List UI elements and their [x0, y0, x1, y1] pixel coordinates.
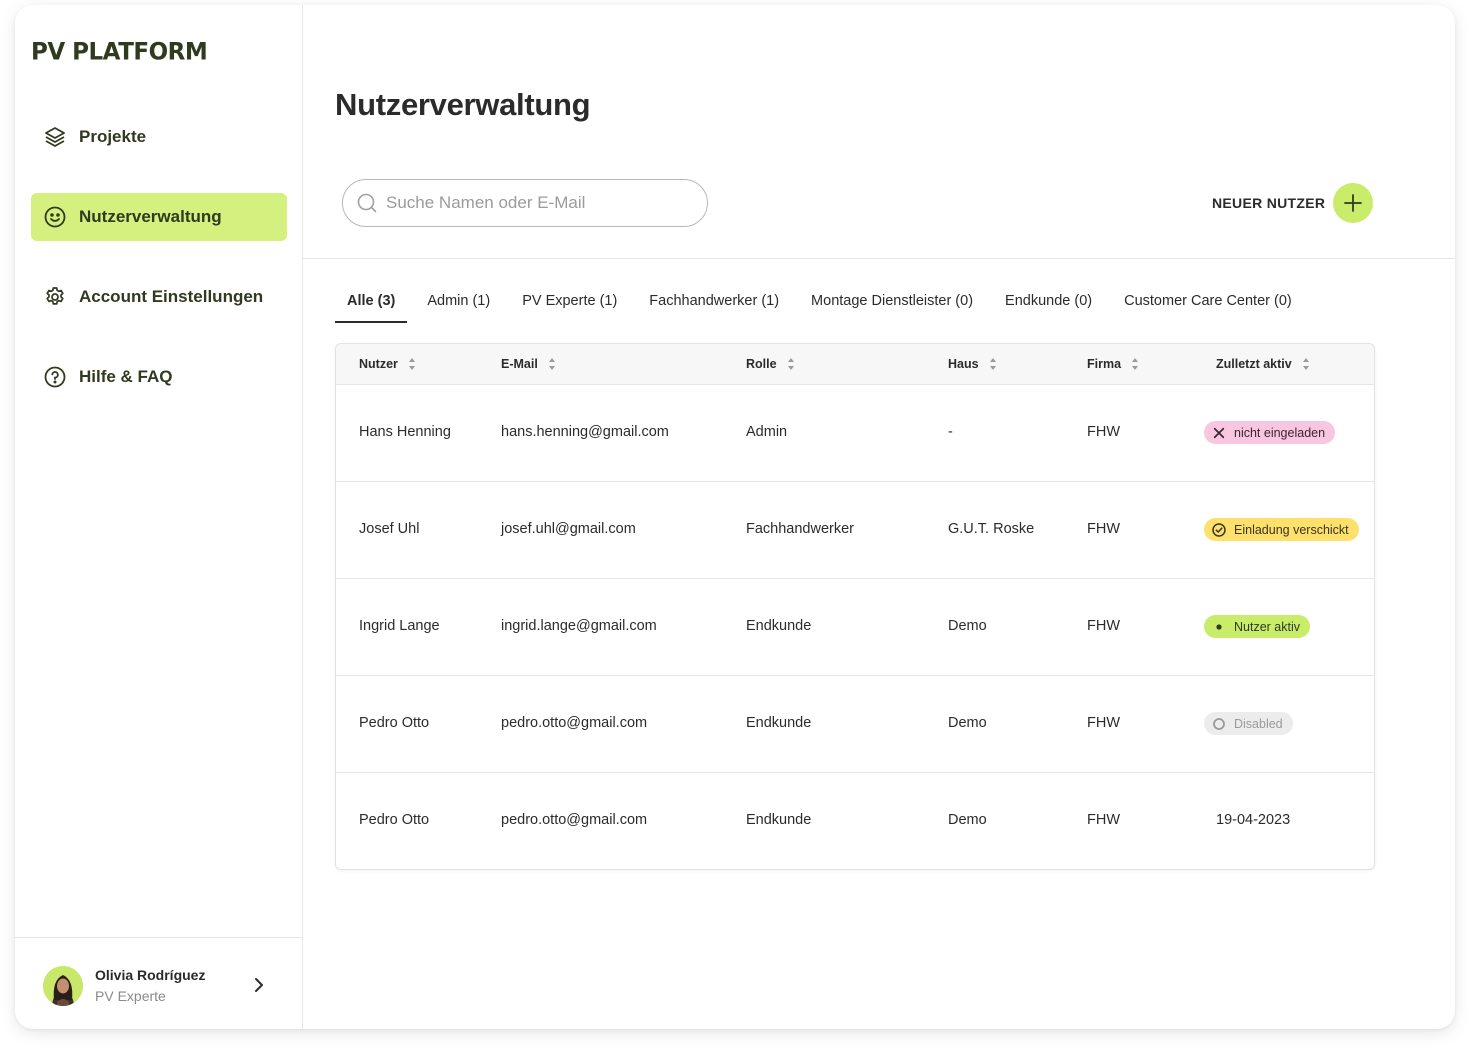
sort-icon — [989, 358, 996, 370]
sort-icon — [1132, 358, 1139, 370]
table-row[interactable]: Hans Henning hans.henning@gmail.com Admi… — [336, 385, 1374, 482]
cell-company: FHW — [1087, 715, 1121, 731]
table-row[interactable]: Pedro Otto pedro.otto@gmail.com Endkunde… — [336, 676, 1374, 773]
dot-icon — [1212, 620, 1226, 634]
user-profile[interactable]: Olivia Rodríguez PV Experte — [15, 937, 303, 1029]
sidebar-item-account-einstellungen[interactable]: Account Einstellungen — [31, 273, 287, 321]
sort-icon — [408, 358, 415, 370]
cell-house: G.U.T. Roske — [948, 521, 1035, 537]
plus-icon — [1333, 183, 1374, 223]
status-badge: Nutzer aktiv — [1204, 615, 1310, 638]
cell-house: Demo — [948, 618, 987, 634]
column-header-haus[interactable]: Haus — [948, 357, 997, 371]
sort-icon — [1302, 358, 1309, 370]
sidebar: PV PLATFORM Projekte Nutzerverwaltung Ac… — [15, 5, 303, 1029]
cell-email: josef.uhl@gmail.com — [501, 521, 636, 537]
last-active-date: 19-04-2023 — [1216, 812, 1291, 828]
cell-email: ingrid.lange@gmail.com — [501, 618, 657, 634]
sidebar-item-label: Nutzerverwaltung — [79, 207, 222, 226]
role-tabs: Alle (3) Admin (1) PV Experte (1) Fachha… — [335, 289, 1304, 323]
user-name: Olivia Rodríguez — [95, 967, 206, 983]
cell-name: Ingrid Lange — [359, 618, 440, 634]
column-header-zulletzt-aktiv[interactable]: Zulletzt aktiv — [1216, 357, 1310, 371]
cell-email: pedro.otto@gmail.com — [501, 715, 648, 731]
table-row[interactable]: Ingrid Lange ingrid.lange@gmail.com Endk… — [336, 579, 1374, 676]
page-title: Nutzerverwaltung — [335, 87, 591, 122]
cell-house: Demo — [948, 715, 987, 731]
sidebar-item-nutzerverwaltung[interactable]: Nutzerverwaltung — [31, 193, 287, 241]
chevron-right-icon[interactable] — [251, 975, 267, 995]
tab-pv-experte[interactable]: PV Experte (1) — [510, 289, 629, 323]
circle-icon — [1212, 717, 1226, 731]
tab-montage-dienstleister[interactable]: Montage Dienstleister (0) — [799, 289, 985, 323]
status-badge: Disabled — [1204, 712, 1293, 735]
cell-house: Demo — [948, 812, 987, 828]
status-badge: Einladung verschickt — [1204, 518, 1359, 541]
app-window: PV PLATFORM Projekte Nutzerverwaltung Ac… — [15, 5, 1455, 1029]
cell-name: Pedro Otto — [359, 812, 430, 828]
column-header-email[interactable]: E-Mail — [501, 357, 556, 371]
cell-role: Fachhandwerker — [746, 521, 854, 537]
status-label: Einladung verschickt — [1234, 522, 1349, 537]
tab-fachhandwerker[interactable]: Fachhandwerker (1) — [637, 289, 791, 323]
column-header-nutzer[interactable]: Nutzer — [359, 357, 416, 371]
cell-company: FHW — [1087, 812, 1121, 828]
cell-company: FHW — [1087, 521, 1121, 537]
column-header-firma[interactable]: Firma — [1087, 357, 1139, 371]
gear-icon — [43, 285, 67, 309]
sidebar-item-hilfe-faq[interactable]: Hilfe & FAQ — [31, 353, 287, 401]
avatar[interactable] — [43, 966, 83, 1006]
cell-role: Admin — [746, 424, 788, 440]
cell-house: - — [948, 424, 953, 440]
sort-icon — [787, 358, 794, 370]
sidebar-item-label: Account Einstellungen — [79, 287, 264, 306]
table-row[interactable]: Josef Uhl josef.uhl@gmail.com Fachhandwe… — [336, 482, 1374, 579]
cell-name: Pedro Otto — [359, 715, 430, 731]
column-header-rolle[interactable]: Rolle — [746, 357, 795, 371]
sidebar-item-label: Projekte — [79, 127, 147, 146]
cell-company: FHW — [1087, 424, 1121, 440]
check-circle-icon — [1212, 522, 1226, 537]
table-header: Nutzer E-Mail Rolle Haus Firma Zulletzt … — [336, 344, 1374, 385]
users-table: Nutzer E-Mail Rolle Haus Firma Zulletzt … — [335, 343, 1375, 870]
help-circle-icon — [43, 365, 67, 389]
tab-customer-care-center[interactable]: Customer Care Center (0) — [1112, 289, 1304, 323]
search-input[interactable] — [386, 190, 686, 216]
cell-role: Endkunde — [746, 715, 812, 731]
x-icon — [1212, 426, 1226, 440]
search-icon — [357, 193, 377, 213]
sort-icon — [548, 358, 555, 370]
add-user-button[interactable]: NEUER NUTZER — [1212, 183, 1374, 223]
status-label: Disabled — [1234, 716, 1283, 731]
sidebar-item-projekte[interactable]: Projekte — [31, 113, 287, 161]
sidebar-item-label: Hilfe & FAQ — [79, 367, 173, 386]
cell-email: hans.henning@gmail.com — [501, 424, 669, 440]
tab-admin[interactable]: Admin (1) — [415, 289, 502, 323]
app-logo[interactable]: PV PLATFORM — [31, 38, 208, 65]
tab-alle[interactable]: Alle (3) — [335, 289, 408, 323]
smiley-icon — [43, 205, 67, 229]
status-label: Nutzer aktiv — [1234, 619, 1300, 634]
status-badge: nicht eingeladen — [1204, 421, 1336, 444]
user-role: PV Experte — [95, 988, 166, 1004]
cell-company: FHW — [1087, 618, 1121, 634]
cell-name: Josef Uhl — [359, 521, 420, 537]
cell-name: Hans Henning — [359, 424, 451, 440]
cell-email: pedro.otto@gmail.com — [501, 812, 648, 828]
header-divider — [303, 258, 1455, 259]
status-label: nicht eingeladen — [1234, 425, 1326, 440]
layers-icon — [43, 125, 67, 149]
cell-role: Endkunde — [746, 618, 812, 634]
search-box[interactable] — [342, 179, 708, 227]
add-user-label: NEUER NUTZER — [1212, 195, 1326, 211]
cell-role: Endkunde — [746, 812, 812, 828]
table-row[interactable]: Pedro Otto pedro.otto@gmail.com Endkunde… — [336, 773, 1374, 869]
tab-endkunde[interactable]: Endkunde (0) — [993, 289, 1104, 323]
